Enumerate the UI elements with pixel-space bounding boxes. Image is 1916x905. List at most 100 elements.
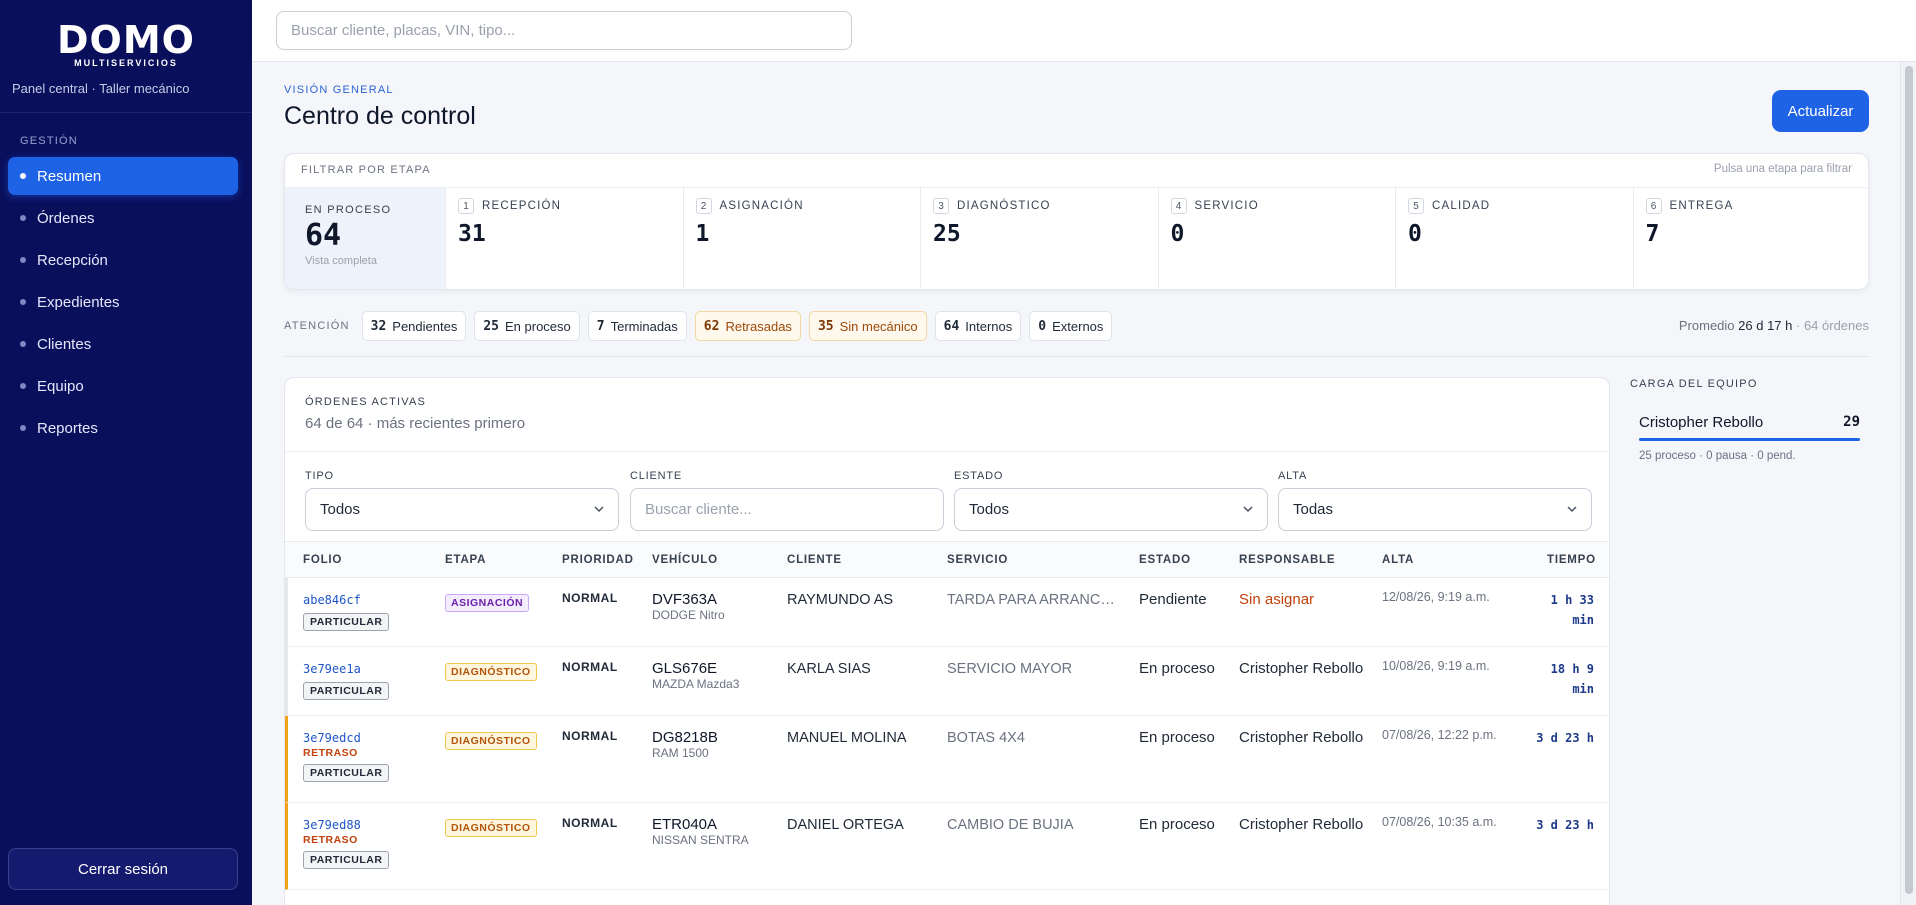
stage-asignacion[interactable]: 2 ASIGNACIÓN 1: [682, 188, 921, 289]
col-tiempo[interactable]: TIEMPO: [1547, 554, 1596, 566]
created-date: 12/08/26, 9:19 a.m.: [1382, 590, 1490, 604]
bullet-icon: [20, 425, 26, 431]
col-estado[interactable]: ESTADO: [1139, 554, 1191, 566]
attention-label: ATENCIÓN: [284, 320, 350, 332]
chip-internos[interactable]: 64 Internos: [934, 311, 1022, 341]
team-member-item[interactable]: Cristopher Rebollo 29 25 proceso · 0 pau…: [1639, 414, 1860, 462]
tipo-select[interactable]: Todos: [305, 488, 619, 531]
sidebar-item-resumen[interactable]: Resumen: [8, 157, 238, 195]
col-alta[interactable]: ALTA: [1382, 554, 1414, 566]
logout-button[interactable]: Cerrar sesión: [8, 848, 238, 890]
stage-count: 0: [1408, 221, 1422, 247]
chip-count: 7: [596, 318, 605, 334]
average-value: 26 d 17 h: [1738, 318, 1793, 333]
chip-retrasadas[interactable]: 62 Retrasadas: [694, 311, 801, 341]
chip-count: 25: [483, 318, 499, 334]
col-servicio[interactable]: SERVICIO: [947, 554, 1008, 566]
scrollbar-thumb[interactable]: [1905, 66, 1913, 894]
average-time: Promedio 26 d 17 h · 64 órdenes: [1679, 318, 1869, 333]
stage-recepcion[interactable]: 1 RECEPCIÓN 31: [445, 188, 683, 289]
select-value: Todos: [969, 501, 1010, 518]
folio-link[interactable]: 3e79edcd: [303, 731, 389, 745]
stage-filter-hint: Pulsa una etapa para filtrar: [1713, 163, 1852, 175]
chip-label: Sin mecánico: [839, 318, 918, 334]
bullet-icon: [20, 383, 26, 389]
bullet-icon: [20, 257, 26, 263]
chip-label: Internos: [965, 318, 1013, 334]
sidebar-item-equipo[interactable]: Equipo: [8, 367, 238, 405]
sidebar-item-label: Equipo: [37, 377, 84, 395]
col-cliente[interactable]: CLIENTE: [787, 554, 842, 566]
folio-link[interactable]: abe846cf: [303, 593, 389, 607]
average-orders: · 64 órdenes: [1796, 318, 1869, 333]
chip-sin-mecanico[interactable]: 35 Sin mecánico: [808, 311, 927, 341]
chip-en-proceso[interactable]: 25 En proceso: [474, 311, 580, 341]
page-title: Centro de control: [284, 102, 476, 130]
refresh-button[interactable]: Actualizar: [1772, 90, 1869, 132]
type-badge: PARTICULAR: [303, 682, 390, 700]
table-row[interactable]: 3e79ed88 RETRASO PARTICULAR DIAGNÓSTICO …: [285, 803, 1609, 890]
bullet-icon: [20, 341, 26, 347]
table-row[interactable]: abe846cf PARTICULAR ASIGNACIÓN NORMAL DV…: [285, 578, 1609, 647]
stage-filter-heading: FILTRAR POR ETAPA: [301, 164, 431, 176]
chip-terminadas[interactable]: 7 Terminadas: [587, 311, 687, 341]
topbar: [252, 0, 1916, 62]
status-label: Pendiente: [1139, 591, 1207, 608]
sidebar-item-reportes[interactable]: Reportes: [8, 409, 238, 447]
chip-label: Retrasadas: [725, 318, 792, 334]
sidebar-item-ordenes[interactable]: Órdenes: [8, 199, 238, 237]
page-scrollbar[interactable]: [1900, 62, 1916, 905]
elapsed-time: 18 h 9: [1550, 662, 1594, 676]
stage-servicio[interactable]: 4 SERVICIO 0: [1157, 188, 1396, 289]
team-member-detail: 25 proceso · 0 pausa · 0 pend.: [1639, 450, 1796, 462]
col-prioridad[interactable]: PRIORIDAD: [562, 554, 634, 566]
search-input[interactable]: [276, 11, 852, 50]
elapsed-time: 3 d 23 h: [1536, 731, 1594, 745]
sidebar-item-recepcion[interactable]: Recepción: [8, 241, 238, 279]
created-date: 07/08/26, 10:35 a.m.: [1382, 815, 1497, 829]
late-badge: RETRASO: [303, 747, 358, 759]
elapsed-time: 3 d 23 h: [1536, 818, 1594, 832]
stage-count: 0: [1170, 221, 1185, 247]
stage-badge: ASIGNACIÓN: [445, 594, 530, 612]
brand-logo[interactable]: DOMO MULTISERVICIOS: [0, 20, 252, 68]
vehicle-model: NISSAN SENTRA: [652, 833, 749, 847]
filter-alta: ALTA Todas: [1278, 470, 1592, 531]
stage-calidad[interactable]: 5 CALIDAD 0: [1395, 188, 1633, 289]
vehicle-model: DODGE Nitro: [652, 608, 725, 622]
chevron-down-icon: [1243, 506, 1253, 513]
stage-entrega[interactable]: 6 ENTREGA 7: [1632, 188, 1869, 289]
chip-pendientes[interactable]: 32 Pendientes: [361, 311, 467, 341]
stage-filter-card: FILTRAR POR ETAPA Pulsa una etapa para f…: [284, 153, 1869, 290]
responsible-name: Sin asignar: [1239, 591, 1315, 608]
chevron-down-icon: [594, 506, 604, 513]
sidebar: DOMO MULTISERVICIOS Panel central · Tall…: [0, 0, 252, 905]
col-responsable[interactable]: RESPONSABLE: [1239, 554, 1335, 566]
estado-select[interactable]: Todos: [954, 488, 1268, 531]
table-row[interactable]: 3e79ee1a PARTICULAR DIAGNÓSTICO NORMAL G…: [285, 647, 1609, 716]
chip-label: Terminadas: [610, 318, 678, 334]
stage-all-label: EN PROCESO: [305, 204, 392, 216]
status-label: En proceso: [1139, 729, 1215, 746]
col-etapa[interactable]: ETAPA: [445, 554, 486, 566]
client-name: DANIEL ORTEGA: [787, 817, 904, 833]
table-row[interactable]: 3e79edcd RETRASO PARTICULAR DIAGNÓSTICO …: [285, 716, 1609, 803]
stage-index: 4: [1170, 198, 1187, 214]
sidebar-item-clientes[interactable]: Clientes: [8, 325, 238, 363]
folio-link[interactable]: 3e79ed88: [303, 818, 389, 832]
filter-estado: ESTADO Todos: [954, 470, 1268, 531]
col-folio[interactable]: FOLIO: [303, 554, 342, 566]
bullet-icon: [20, 173, 26, 179]
filter-tipo: TIPO Todos: [305, 470, 619, 531]
alta-select[interactable]: Todas: [1278, 488, 1592, 531]
folio-link[interactable]: 3e79ee1a: [303, 662, 389, 676]
stage-diagnostico[interactable]: 3 DIAGNÓSTICO 25: [920, 188, 1158, 289]
average-label: Promedio: [1678, 318, 1735, 333]
chip-externos[interactable]: 0 Externos: [1029, 311, 1113, 341]
stage-name: SERVICIO: [1194, 200, 1259, 212]
team-member-count: 29: [1843, 414, 1860, 430]
stage-all[interactable]: EN PROCESO 64 Vista completa: [285, 188, 445, 289]
sidebar-item-expedientes[interactable]: Expedientes: [8, 283, 238, 321]
client-search-input[interactable]: [630, 488, 944, 531]
col-vehiculo[interactable]: VEHÍCULO: [652, 554, 718, 566]
